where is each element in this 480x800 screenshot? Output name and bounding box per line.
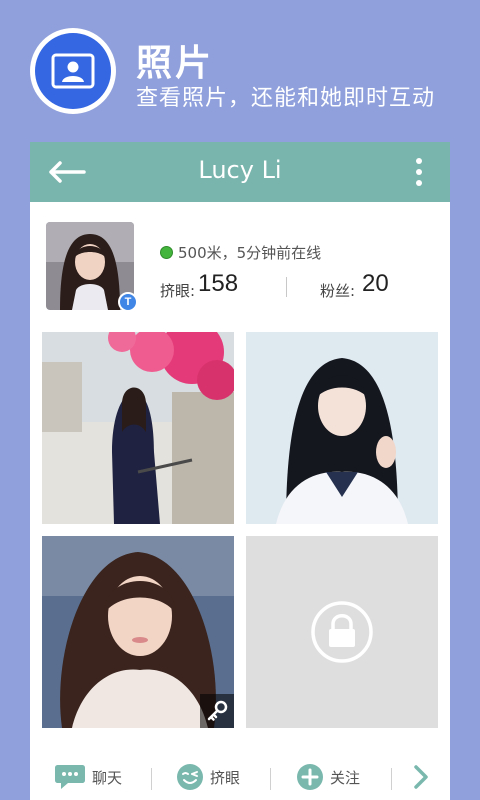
wink-face-icon: [177, 764, 203, 790]
follow-label: 关注: [330, 768, 361, 787]
action-divider: [151, 768, 152, 790]
lock-icon: [311, 601, 373, 663]
online-status-icon: [160, 246, 173, 259]
action-divider: [270, 768, 271, 790]
chat-bubble-icon: [55, 765, 85, 789]
key-icon: [200, 694, 234, 728]
chat-button[interactable]: 聊天: [54, 762, 122, 792]
photo-thumbnail[interactable]: [42, 332, 234, 524]
fans-label: 粉丝:: [320, 282, 356, 300]
page-title: Lucy Li: [198, 156, 282, 184]
photo-thumbnail[interactable]: [42, 536, 234, 728]
promo-badge: [30, 28, 116, 114]
action-bar: 聊天 挤眼 关注: [30, 754, 450, 800]
profile-summary: T 500米，5分钟前在线 挤眼: 158 粉丝: 20: [30, 202, 450, 322]
wink-count: 158: [198, 270, 239, 297]
promo-subtitle: 查看照片，还能和她即时互动: [136, 86, 436, 111]
promo-header: 照片 查看照片，还能和她即时互动: [0, 0, 480, 142]
plus-circle-icon: [297, 764, 323, 790]
locked-photo-placeholder[interactable]: [246, 536, 438, 728]
wink-label: 挤眼:: [160, 282, 196, 300]
more-vertical-icon: [416, 158, 422, 186]
photo-thumbnail[interactable]: [246, 332, 438, 524]
title-bar: Lucy Li: [30, 142, 450, 202]
app-screen: Lucy Li T 500米，5分钟前在线 挤眼: 158 粉丝: 20 聊天 …: [30, 142, 450, 800]
status-text: 500米，5分钟前在线: [178, 244, 322, 262]
stat-divider: [286, 277, 287, 297]
promo-title: 照片: [136, 43, 215, 84]
action-divider: [391, 768, 392, 790]
verified-badge: T: [118, 292, 138, 312]
fans-count: 20: [362, 270, 389, 297]
profile-card-icon: [35, 33, 111, 109]
chat-label: 聊天: [92, 768, 123, 787]
wink-action-label: 挤眼: [210, 768, 241, 787]
follow-button[interactable]: 关注: [296, 762, 360, 792]
more-actions-button[interactable]: [412, 762, 430, 792]
chevron-right-icon: [414, 765, 428, 789]
more-button[interactable]: [404, 152, 434, 192]
wink-button[interactable]: 挤眼: [176, 762, 240, 792]
